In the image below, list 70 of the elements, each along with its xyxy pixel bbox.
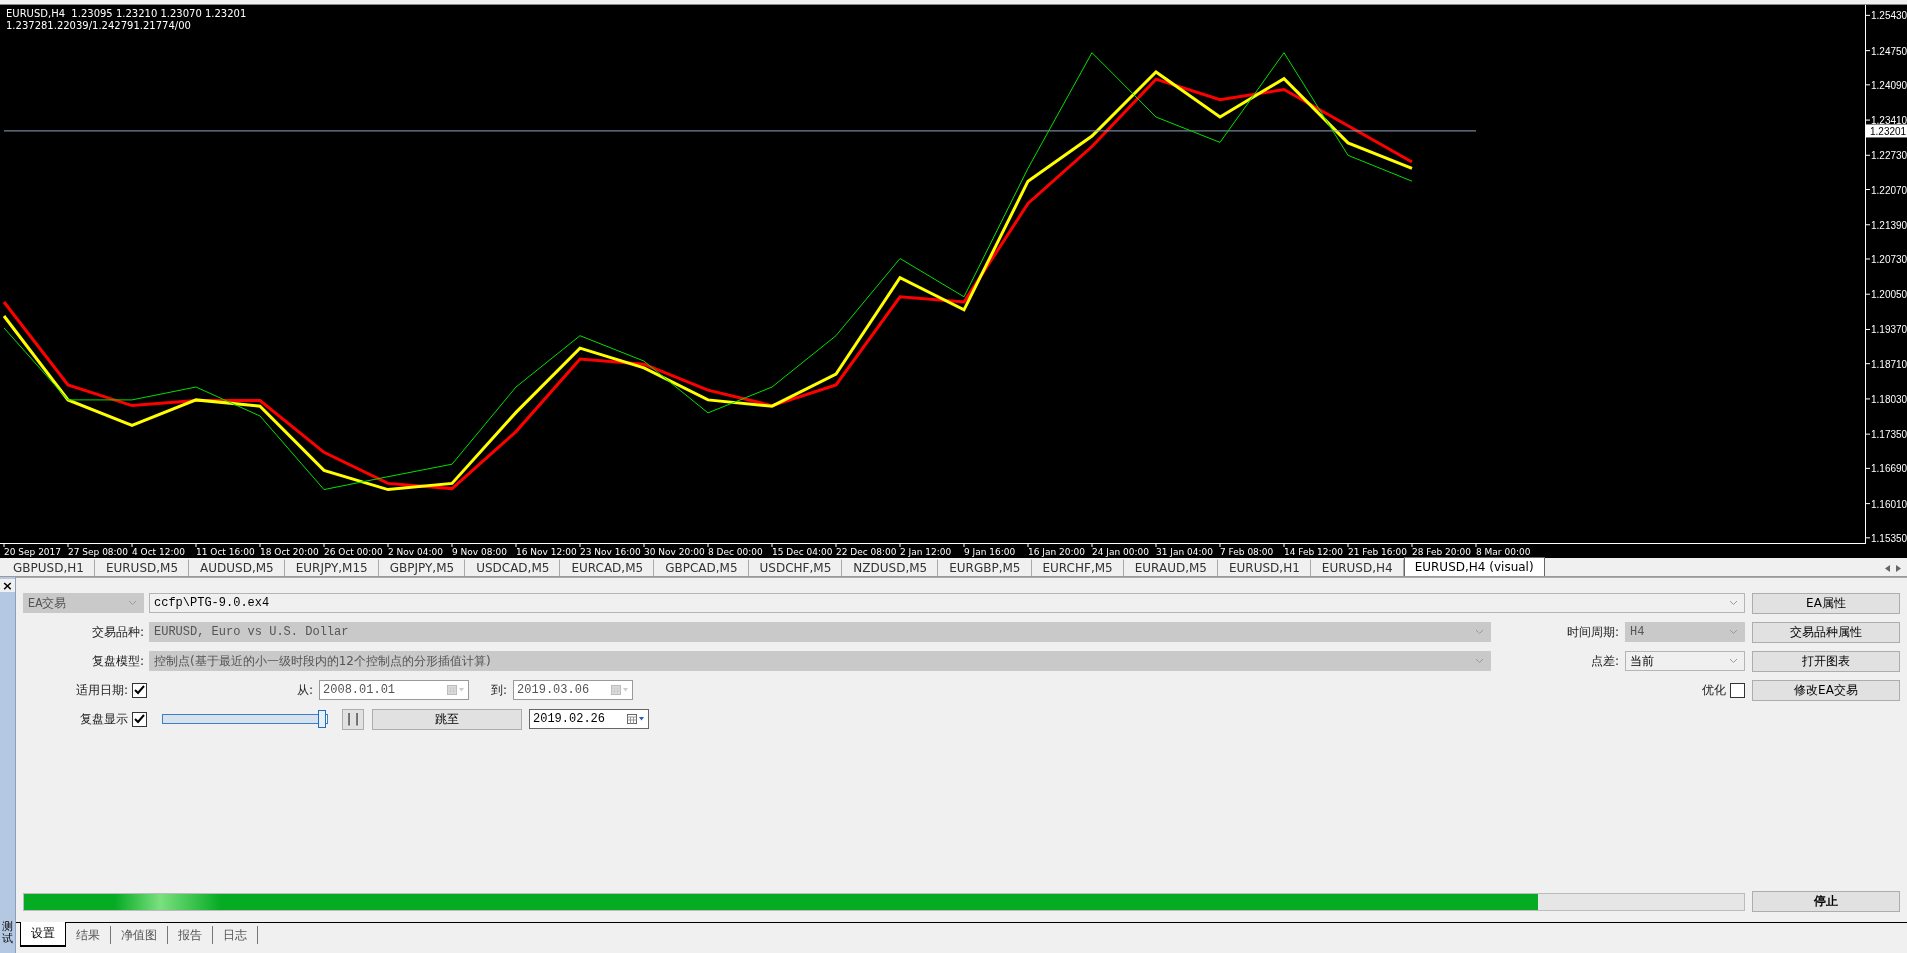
axis-label: 1.20050 <box>1871 289 1907 301</box>
axis-label: 4 Oct 12:00 <box>132 547 185 557</box>
field-label: 点差: <box>1589 652 1619 670</box>
field-label: 复盘模型: <box>90 652 144 670</box>
axis-label: 20 Sep 2017 <box>4 547 62 557</box>
axis-label: 2 Jan 12:00 <box>900 547 952 557</box>
axis-label: 16 Jan 20:00 <box>1028 547 1085 557</box>
axis-label: 15 Dec 04:00 <box>772 547 833 557</box>
axis-label: 1.23410 <box>1871 115 1907 127</box>
panel-tab[interactable]: 净值图 <box>111 926 168 944</box>
axis-label: 22 Dec 08:00 <box>836 547 897 557</box>
spread-dropdown[interactable]: 当前 <box>1625 651 1745 671</box>
axis-label: 2 Nov 04:00 <box>388 547 443 557</box>
axis-label: 28 Feb 20:00 <box>1412 547 1472 557</box>
axis-label: 27 Sep 08:00 <box>68 547 129 557</box>
axis-label: 1.24090 <box>1871 79 1907 91</box>
field-label: 优化 <box>1702 681 1726 699</box>
field-label: 复盘显示 <box>79 710 128 728</box>
chart-header: 1.237281.22039/1.242791.21774/00 <box>6 20 191 31</box>
axis-label: 30 Nov 20:00 <box>644 547 705 557</box>
field-label: 时间周期: <box>1565 623 1619 641</box>
axis-label: 21 Feb 16:00 <box>1348 547 1408 557</box>
field-label: 交易品种: <box>90 623 144 641</box>
close-button[interactable]: × <box>0 579 15 592</box>
open-chart-button[interactable]: 打开图表 <box>1752 650 1900 672</box>
axis-label: 1.15350 <box>1871 532 1907 544</box>
axis-label: 31 Jan 04:00 <box>1156 547 1213 557</box>
axis-label: 1.21390 <box>1871 219 1907 231</box>
axis-label: 8 Dec 00:00 <box>708 547 763 557</box>
chart-tab[interactable]: EURUSD,H4 (visual) <box>1403 557 1545 576</box>
axis-label: 9 Jan 16:00 <box>964 547 1016 557</box>
expert-properties-button[interactable]: EA属性 <box>1752 592 1900 614</box>
pause-button[interactable]: | | <box>342 708 364 730</box>
axis-label: 1.18030 <box>1871 393 1907 405</box>
axis-label: 1.19370 <box>1871 324 1907 336</box>
axis-label: 1.20730 <box>1871 253 1907 265</box>
axis-label: 14 Feb 12:00 <box>1284 547 1344 557</box>
expert-file-dropdown[interactable]: ccfp\PTG-9.0.ex4 <box>149 593 1745 613</box>
axis-label: 1.18710 <box>1871 358 1907 370</box>
axis-label: 1.22730 <box>1871 150 1907 162</box>
axis-label: 1.25430 <box>1871 10 1907 22</box>
axis-label: 1.24750 <box>1871 45 1907 57</box>
axis-label: 8 Mar 00:00 <box>1476 547 1531 557</box>
axis-label: 7 Feb 08:00 <box>1220 547 1274 557</box>
axis-label: 1.17350 <box>1871 429 1907 441</box>
panel-tab[interactable]: 结果 <box>66 926 111 944</box>
chart-header: EURUSD,H4 1.23095 1.23210 1.23070 1.23201 <box>6 8 247 19</box>
axis-label: 26 Oct 00:00 <box>324 547 383 557</box>
field-label: 到: <box>491 681 508 699</box>
panel-tab[interactable]: 日志 <box>213 926 258 944</box>
panel-tab[interactable]: 报告 <box>168 926 213 944</box>
date-field[interactable]: 2019.02.26 <box>529 709 649 729</box>
panel-tab[interactable]: 设置 <box>20 922 66 947</box>
panel-title: 测试 <box>2 920 13 945</box>
axis-label: 16 Nov 12:00 <box>516 547 577 557</box>
axis-label: 18 Oct 20:00 <box>260 547 319 557</box>
stop-button[interactable]: 停止 <box>1752 891 1900 912</box>
modify-expert-button[interactable]: 修改EA交易 <box>1752 679 1900 701</box>
symbol-properties-button[interactable]: 交易品种属性 <box>1752 621 1900 643</box>
current-price-label: 1.23201 <box>1866 124 1907 138</box>
axis-label: 1.16010 <box>1871 498 1907 510</box>
skip-to-button[interactable]: 跳至 <box>372 708 522 730</box>
axis-label: 9 Nov 08:00 <box>452 547 507 557</box>
axis-label: 1.16690 <box>1871 463 1907 475</box>
axis-label: 24 Jan 00:00 <box>1092 547 1149 557</box>
field-label: 从: <box>297 681 314 699</box>
axis-label: 11 Oct 16:00 <box>196 547 255 557</box>
axis-label: 1.22070 <box>1871 184 1907 196</box>
field-label: 适用日期: <box>74 681 128 699</box>
axis-label: 23 Nov 16:00 <box>580 547 641 557</box>
